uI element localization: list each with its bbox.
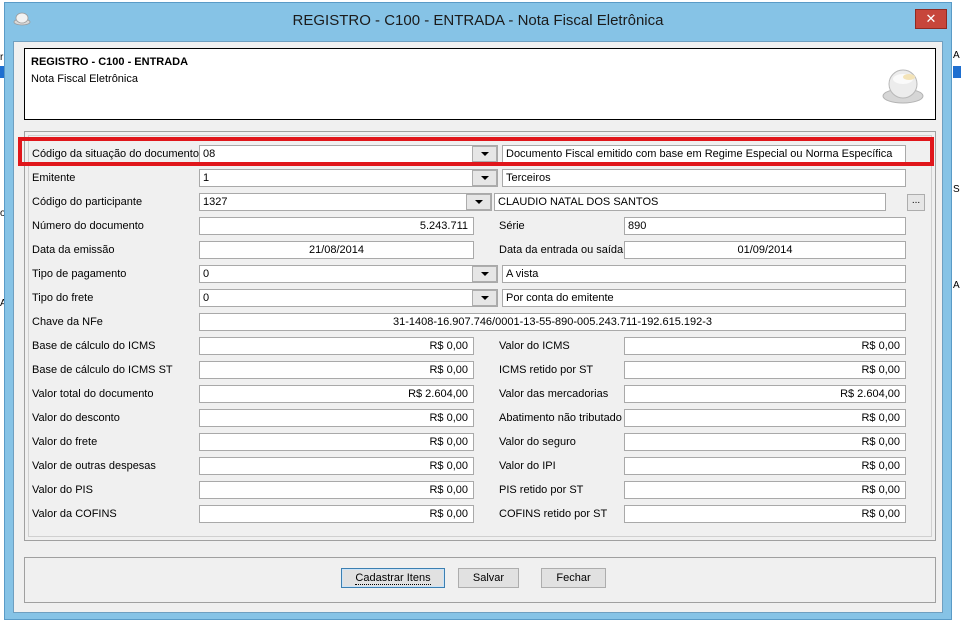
title-bar[interactable]: REGISTRO - C100 - ENTRADA - Nota Fiscal … bbox=[5, 3, 951, 41]
frete-tipo-select[interactable]: 0 bbox=[199, 289, 498, 307]
value-label-right: Valor do ICMS bbox=[499, 340, 570, 352]
background-right-edge: A S A bbox=[952, 0, 961, 624]
emitente-select[interactable]: 1 bbox=[199, 169, 498, 187]
value-label-left: Valor de outras despesas bbox=[32, 460, 156, 472]
participante-dropdown-button[interactable] bbox=[466, 194, 491, 210]
value-label-left: Valor do desconto bbox=[32, 412, 120, 424]
value-label-right: Abatimento não tributado bbox=[499, 412, 622, 424]
fechar-button[interactable]: Fechar bbox=[541, 568, 606, 588]
value-label-right: COFINS retido por ST bbox=[499, 508, 608, 520]
entrada-date-field[interactable]: 01/09/2014 bbox=[624, 241, 906, 259]
participante-search-button[interactable]: ... bbox=[907, 194, 925, 211]
value-label-right: Valor do seguro bbox=[499, 436, 576, 448]
valor-pis-field[interactable]: R$ 0,00 bbox=[199, 481, 474, 499]
chave-nfe-field[interactable]: 31-1408-16.907.746/0001-13-55-890-005.24… bbox=[199, 313, 906, 331]
valor-total-field[interactable]: R$ 2.604,00 bbox=[199, 385, 474, 403]
participante-label: Código do participante bbox=[32, 196, 143, 208]
valor-frete-field[interactable]: R$ 0,00 bbox=[199, 433, 474, 451]
icms-retido-st-field[interactable]: R$ 0,00 bbox=[624, 361, 906, 379]
background-text-fragment: r bbox=[0, 52, 4, 63]
emitente-dropdown-button[interactable] bbox=[472, 170, 497, 186]
valor-seguro-field[interactable]: R$ 0,00 bbox=[624, 433, 906, 451]
header-subtitle: Nota Fiscal Eletrônica bbox=[31, 73, 138, 85]
background-selection-strip bbox=[953, 66, 961, 78]
value-label-left: Base de cálculo do ICMS bbox=[32, 340, 156, 352]
pagamento-dropdown-button[interactable] bbox=[472, 266, 497, 282]
valor-outras-despesas-field[interactable]: R$ 0,00 bbox=[199, 457, 474, 475]
close-button[interactable]: ✕ bbox=[915, 9, 947, 29]
emissao-label: Data da emissão bbox=[32, 244, 115, 256]
frete-tipo-label: Tipo do frete bbox=[32, 292, 94, 304]
emitente-description-field[interactable]: Terceiros bbox=[502, 169, 906, 187]
cadastrar-itens-button[interactable]: Cadastrar Itens bbox=[341, 568, 445, 588]
valor-mercadorias-field[interactable]: R$ 2.604,00 bbox=[624, 385, 906, 403]
pagamento-select[interactable]: 0 bbox=[199, 265, 498, 283]
salvar-button[interactable]: Salvar bbox=[458, 568, 519, 588]
value-label-left: Valor da COFINS bbox=[32, 508, 117, 520]
numero-field[interactable]: 5.243.711 bbox=[199, 217, 474, 235]
serie-label: Série bbox=[499, 220, 525, 232]
value-label-right: ICMS retido por ST bbox=[499, 364, 594, 376]
cadastrar-itens-label: Cadastrar Itens bbox=[355, 572, 431, 585]
value-label-left: Valor total do documento bbox=[32, 388, 154, 400]
value-label-right: Valor do IPI bbox=[499, 460, 556, 472]
valor-ipi-field[interactable]: R$ 0,00 bbox=[624, 457, 906, 475]
emitente-label: Emitente bbox=[32, 172, 76, 184]
base-icms-field[interactable]: R$ 0,00 bbox=[199, 337, 474, 355]
participante-description-field[interactable]: CLAUDIO NATAL DOS SANTOS bbox=[494, 193, 886, 211]
pagamento-label: Tipo de pagamento bbox=[32, 268, 127, 280]
pis-retido-st-field[interactable]: R$ 0,00 bbox=[624, 481, 906, 499]
header-title: REGISTRO - C100 - ENTRADA bbox=[31, 56, 189, 68]
emissao-date-field[interactable]: 21/08/2014 bbox=[199, 241, 474, 259]
window-title: REGISTRO - C100 - ENTRADA - Nota Fiscal … bbox=[292, 12, 664, 29]
frete-tipo-description-field[interactable]: Por conta do emitente bbox=[502, 289, 906, 307]
abatimento-field[interactable]: R$ 0,00 bbox=[624, 409, 906, 427]
value-label-right: Valor das mercadorias bbox=[499, 388, 609, 400]
close-icon: ✕ bbox=[925, 11, 937, 26]
value-label-right: PIS retido por ST bbox=[499, 484, 584, 496]
salvar-label: Salvar bbox=[472, 572, 505, 584]
base-icms-st-field[interactable]: R$ 0,00 bbox=[199, 361, 474, 379]
logo-icon bbox=[882, 69, 924, 104]
entrada-label: Data da entrada ou saída bbox=[499, 244, 624, 256]
background-text-fragment: A bbox=[953, 50, 960, 61]
valor-icms-field[interactable]: R$ 0,00 bbox=[624, 337, 906, 355]
chave-label: Chave da NFe bbox=[32, 316, 103, 328]
background-text-fragment: A bbox=[953, 280, 960, 291]
valor-desconto-field[interactable]: R$ 0,00 bbox=[199, 409, 474, 427]
frete-tipo-dropdown-button[interactable] bbox=[472, 290, 497, 306]
value-label-left: Valor do PIS bbox=[32, 484, 93, 496]
value-label-left: Base de cálculo do ICMS ST bbox=[32, 364, 173, 376]
pagamento-description-field[interactable]: A vista bbox=[502, 265, 906, 283]
serie-field[interactable]: 890 bbox=[624, 217, 906, 235]
fechar-label: Fechar bbox=[556, 572, 591, 584]
header-panel: REGISTRO - C100 - ENTRADA Nota Fiscal El… bbox=[24, 48, 936, 120]
participante-select[interactable]: 1327 bbox=[199, 193, 492, 211]
highlight-box bbox=[18, 137, 934, 166]
cofins-retido-st-field[interactable]: R$ 0,00 bbox=[624, 505, 906, 523]
valor-cofins-field[interactable]: R$ 0,00 bbox=[199, 505, 474, 523]
dialog-window: REGISTRO - C100 - ENTRADA - Nota Fiscal … bbox=[4, 2, 952, 620]
numero-label: Número do documento bbox=[32, 220, 144, 232]
value-label-left: Valor do frete bbox=[32, 436, 98, 448]
background-text-fragment: S bbox=[953, 184, 960, 195]
